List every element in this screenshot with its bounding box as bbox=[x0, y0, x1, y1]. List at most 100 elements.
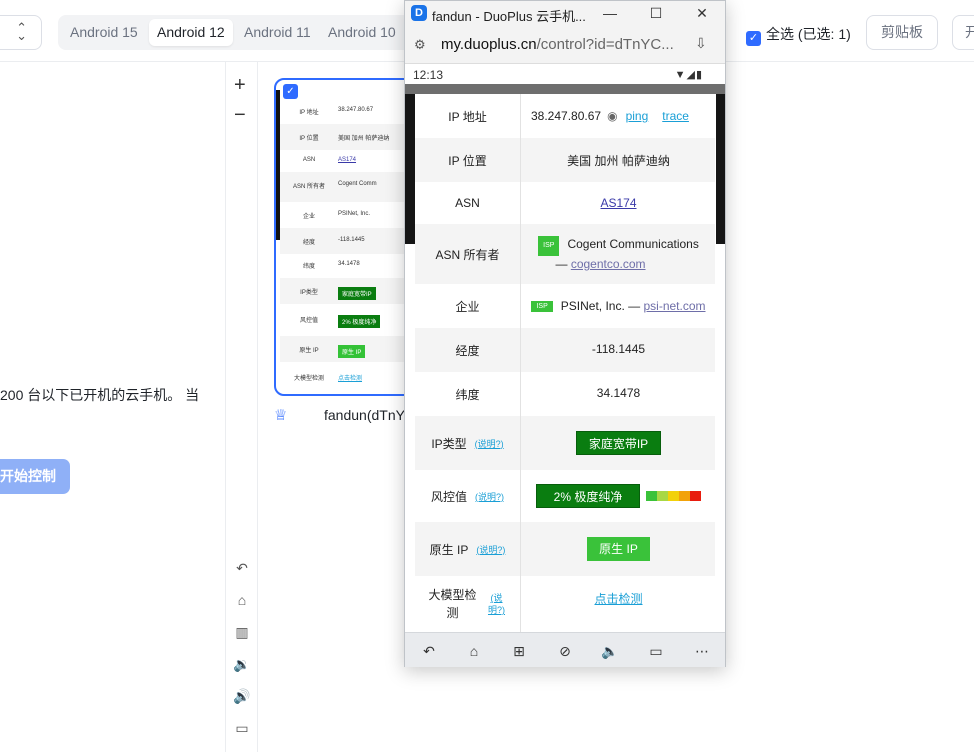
crown-icon: ♕ bbox=[274, 407, 288, 424]
llm-detect-link[interactable]: 点击检测 bbox=[594, 590, 642, 607]
close-icon[interactable]: ✕ bbox=[679, 1, 725, 26]
zoom-in-icon[interactable]: + bbox=[234, 74, 246, 97]
address-bar[interactable]: ⚙ my.duoplus.cn/control?id=dTnYC... ⇩ bbox=[405, 26, 725, 64]
back-icon[interactable]: ↶ bbox=[417, 641, 441, 661]
screen-edge bbox=[716, 94, 725, 244]
company-cell: ISP PSINet, Inc. — psi-net.com bbox=[522, 284, 715, 328]
screen-top-strip bbox=[405, 84, 725, 94]
ip-label: IP 地址 bbox=[415, 94, 521, 138]
explain-link[interactable]: (说明?) bbox=[486, 592, 508, 616]
android-version-tabs: Android 15 Android 12 Android 11 Android… bbox=[58, 15, 418, 50]
tab-android-12[interactable]: Android 12 bbox=[149, 19, 233, 46]
asn-owner-domain-link[interactable]: cogentco.com bbox=[571, 257, 646, 271]
duoplus-logo-icon: D bbox=[411, 5, 427, 21]
llm-label: 大模型检测 bbox=[428, 588, 477, 620]
tab-android-10[interactable]: Android 10 bbox=[320, 19, 404, 46]
explain-link[interactable]: (说明?) bbox=[475, 437, 504, 450]
checkmark-icon[interactable]: ✓ bbox=[283, 84, 298, 99]
list-item: ASN 所有者 Cogent Comm bbox=[280, 172, 422, 202]
table-row: 纬度 34.1478 bbox=[415, 372, 715, 416]
table-row: 经度 -118.1445 bbox=[415, 328, 715, 372]
native-cell: 原生 IP bbox=[522, 522, 715, 576]
popup-window: D fandun - DuoPlus 云手机... — ☐ ✕ ⚙ my.duo… bbox=[404, 0, 726, 667]
company-name: PSINet, Inc. — bbox=[560, 299, 641, 313]
table-row: ASN AS174 bbox=[415, 182, 715, 224]
native-label: 原生 IP bbox=[429, 542, 469, 557]
device-name[interactable]: fandun(dTnY bbox=[324, 407, 405, 423]
table-row: IP 位置 美国 加州 帕萨迪纳 bbox=[415, 138, 715, 182]
longitude-label: 经度 bbox=[415, 328, 521, 372]
more-icon[interactable]: ⋯ bbox=[690, 641, 714, 661]
risk-segment bbox=[646, 491, 658, 501]
select-all-checkbox[interactable]: ✓ 全选 (已选: 1) bbox=[746, 24, 851, 46]
maximize-icon[interactable]: ☐ bbox=[633, 1, 679, 26]
risk-segment bbox=[668, 491, 680, 501]
divider bbox=[225, 62, 226, 752]
status-time: 12:13 bbox=[413, 68, 444, 82]
home-icon[interactable]: ⌂ bbox=[462, 641, 486, 661]
table-row: 原生 IP (说明?) 原生 IP bbox=[415, 522, 715, 576]
tab-android-11[interactable]: Android 11 bbox=[236, 19, 319, 46]
iptype-badge: 家庭宽带IP bbox=[575, 431, 662, 455]
screen-icon[interactable]: ▭ bbox=[233, 719, 251, 737]
updown-chevron-icon: ⌃ ⌄ bbox=[16, 20, 27, 43]
volume-icon[interactable]: 🔈 bbox=[598, 641, 622, 661]
explain-link[interactable]: (说明?) bbox=[476, 543, 505, 556]
asn-link[interactable]: AS174 bbox=[600, 196, 636, 210]
risk-label: 风控值 bbox=[430, 489, 467, 504]
asn-owner-label: ASN 所有者 bbox=[415, 224, 521, 284]
asn-label: ASN bbox=[415, 182, 521, 224]
truncated-button[interactable]: 开 bbox=[952, 15, 974, 50]
tab-android-15[interactable]: Android 15 bbox=[62, 19, 146, 46]
isp-badge: ISP bbox=[538, 236, 560, 256]
multitask-icon[interactable]: ▥ bbox=[233, 623, 251, 641]
phone-control-bar: ↶ ⌂ ⊞ ⊘ 🔈 ▭ ⋯ bbox=[405, 632, 725, 667]
site-settings-icon[interactable]: ⚙ bbox=[414, 37, 426, 53]
risk-segment bbox=[690, 491, 702, 501]
table-row: IP类型 (说明?) 家庭宽带IP bbox=[415, 416, 715, 470]
volume-down-icon[interactable]: 🔉 bbox=[233, 655, 251, 673]
rotate-off-icon[interactable]: ⊘ bbox=[553, 641, 577, 661]
minimize-icon[interactable]: — bbox=[587, 1, 633, 26]
back-icon[interactable]: ↶ bbox=[233, 559, 251, 577]
table-row: IP 地址 38.247.80.67 ◉ ping trace bbox=[415, 94, 715, 138]
risk-segment bbox=[679, 491, 691, 501]
window-titlebar[interactable]: D fandun - DuoPlus 云手机... — ☐ ✕ bbox=[405, 1, 725, 26]
ping-link[interactable]: ping bbox=[626, 109, 649, 123]
trace-link[interactable]: trace bbox=[662, 109, 689, 123]
native-label-cell: 原生 IP (说明?) bbox=[415, 522, 521, 576]
dropdown-select[interactable]: ⌃ ⌄ bbox=[0, 15, 42, 50]
list-item: 原生 IP 原生 IP bbox=[280, 336, 422, 362]
risk-segment bbox=[657, 491, 669, 501]
asn-owner-cell: ISP Cogent Communications — cogentco.com bbox=[522, 224, 715, 284]
explain-link[interactable]: (说明?) bbox=[475, 490, 504, 503]
asn-value-cell: AS174 bbox=[522, 182, 715, 224]
device-thumbnail[interactable]: ✓ IP 地址 38.247.80.67 IP 位置 美国 加州 帕萨迪纳 ASN A… bbox=[274, 78, 424, 396]
zoom-out-icon[interactable]: − bbox=[234, 104, 246, 127]
start-control-button[interactable]: 开始控制 bbox=[0, 459, 70, 494]
risk-label-cell: 风控值 (说明?) bbox=[415, 470, 521, 522]
home-icon[interactable]: ⌂ bbox=[233, 591, 251, 609]
list-item: 大模型检测 点击检测 bbox=[293, 376, 363, 382]
risk-badge: 2% 极度纯净 bbox=[535, 484, 641, 508]
sidebar-description: 200 台以下已开机的云手机。 当 bbox=[0, 387, 200, 403]
latitude-value: 34.1478 bbox=[596, 386, 641, 400]
table-row: 风控值 (说明?) 2% 极度纯净 bbox=[415, 470, 715, 522]
asn-owner-name: Cogent Communications bbox=[567, 237, 699, 251]
apps-grid-icon[interactable]: ⊞ bbox=[507, 641, 531, 661]
company-domain-link[interactable]: psi-net.com bbox=[643, 299, 705, 313]
list-item: IP 位置 美国 加州 帕萨迪纳 bbox=[280, 124, 422, 150]
isp-badge: ISP bbox=[531, 300, 553, 312]
table-row: 大模型检测 (说明?) 点击检测 bbox=[415, 576, 715, 632]
checkmark-icon: ✓ bbox=[746, 31, 761, 46]
select-all-label: 全选 (已选: 1) bbox=[766, 26, 851, 42]
list-item: 纬度 34.1478 bbox=[302, 261, 360, 270]
volume-up-icon[interactable]: 🔊 bbox=[233, 687, 251, 705]
eye-icon[interactable]: ◉ bbox=[607, 109, 617, 123]
list-item: ASN AS174 bbox=[302, 157, 357, 163]
url-text[interactable]: my.duoplus.cn/control?id=dTnYC... bbox=[441, 36, 674, 53]
install-app-icon[interactable]: ⇩ bbox=[695, 35, 707, 52]
iptype-cell: 家庭宽带IP bbox=[522, 416, 715, 470]
clipboard-button[interactable]: 剪贴板 bbox=[866, 15, 938, 50]
screen-cast-icon[interactable]: ▭ bbox=[644, 641, 668, 661]
